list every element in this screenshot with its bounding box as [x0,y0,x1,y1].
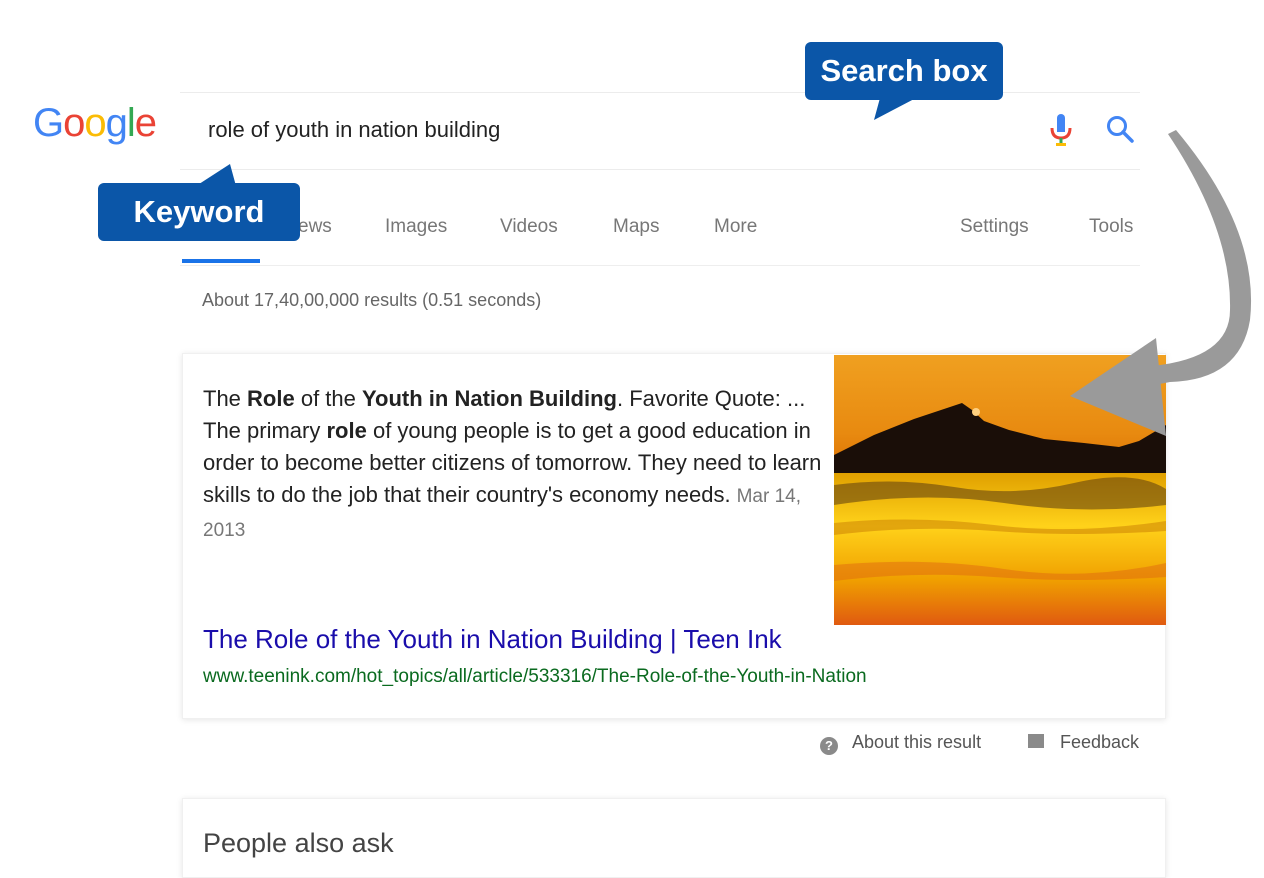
keyword-callout: Keyword [98,183,300,241]
feedback-icon [1028,734,1044,748]
logo-letter: G [33,101,64,145]
tab-more[interactable]: More [714,216,757,238]
logo-letter: o [63,101,85,145]
tab-images[interactable]: Images [385,216,447,238]
logo-letter: g [105,101,128,145]
snippet-highlight: role [326,418,367,443]
active-tab-indicator [182,259,260,263]
google-logo[interactable]: Google [33,101,157,145]
snippet-text: The [203,386,248,411]
people-also-ask-heading: People also ask [203,828,394,858]
about-this-result-link[interactable]: ? About this result [820,732,981,755]
feedback-link[interactable]: Feedback [1028,732,1139,753]
logo-letter: e [134,101,157,145]
callout-tail [874,98,916,120]
tabs-divider [180,265,1140,266]
logo-letter: l [126,101,136,145]
tab-news[interactable]: ews [298,216,332,238]
search-input[interactable]: role of youth in nation building [208,117,500,143]
curved-arrow-annotation [1070,130,1252,436]
result-title-link[interactable]: The Role of the Youth in Nation Building… [203,624,782,655]
featured-snippet-text: The Role of the Youth in Nation Building… [203,383,823,547]
tab-maps[interactable]: Maps [613,216,659,238]
snippet-highlight: Youth in Nation Building [362,386,617,411]
logo-letter: o [84,101,106,145]
tab-videos[interactable]: Videos [500,216,558,238]
question-icon: ? [820,737,838,755]
feedback-label: Feedback [1060,732,1140,752]
result-stats: About 17,40,00,000 results (0.51 seconds… [202,290,542,310]
about-label: About this result [852,732,982,752]
search-box-callout: Search box [805,42,1003,100]
snippet-text: of the [294,386,362,411]
tab-settings[interactable]: Settings [960,216,1029,238]
result-url[interactable]: www.teenink.com/hot_topics/all/article/5… [203,666,867,688]
snippet-highlight: Role [247,386,295,411]
